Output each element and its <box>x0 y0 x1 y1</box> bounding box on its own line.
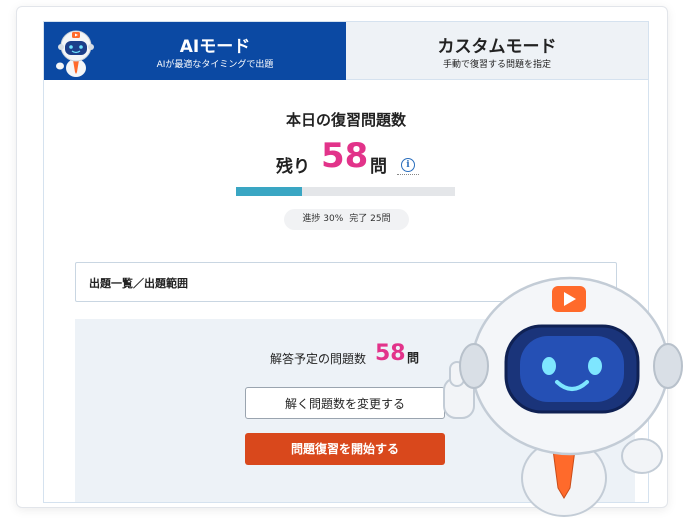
start-review-button[interactable]: 問題復習を開始する <box>245 433 445 465</box>
progress-percent-text: 進捗 30% <box>302 214 344 224</box>
planned-count-label: 解答予定の問題数 <box>270 352 367 366</box>
change-count-button[interactable]: 解く問題数を変更する <box>245 387 445 419</box>
tab-custom-subtitle: 手動で復習する問題を指定 <box>442 60 551 70</box>
tab-ai-title: AIモード <box>179 37 251 57</box>
remaining-count-row: 残り 58 問 i <box>44 134 648 184</box>
completed-count-text: 完了 25問 <box>349 214 391 224</box>
remaining-prefix: 残り <box>276 157 310 177</box>
progress-bar-fill <box>236 187 302 196</box>
remaining-unit: 問 <box>370 157 387 177</box>
robot-mascot-illustration <box>443 276 683 517</box>
info-icon[interactable]: i <box>401 158 415 172</box>
planned-count: 58 <box>375 341 406 366</box>
mode-tabs: AIモード AIが最適なタイミングで出題 カスタムモード 手動で復習する問題を指… <box>44 22 648 80</box>
tab-custom-title: カスタムモード <box>437 37 557 57</box>
info-underline <box>397 174 419 175</box>
tab-ai-mode[interactable]: AIモード AIが最適なタイミングで出題 <box>44 22 346 80</box>
progress-bar <box>236 187 455 196</box>
question-list-label: 出題一覧／出題範囲 <box>89 277 188 290</box>
tab-ai-subtitle: AIが最適なタイミングで出題 <box>156 60 274 70</box>
remaining-count: 58 <box>321 136 369 176</box>
tab-custom-mode[interactable]: カスタムモード 手動で復習する問題を指定 <box>346 22 648 80</box>
planned-unit: 問 <box>407 351 420 365</box>
progress-badge: 進捗 30% 完了 25問 <box>284 209 409 230</box>
today-review-title: 本日の復習問題数 <box>285 111 406 129</box>
